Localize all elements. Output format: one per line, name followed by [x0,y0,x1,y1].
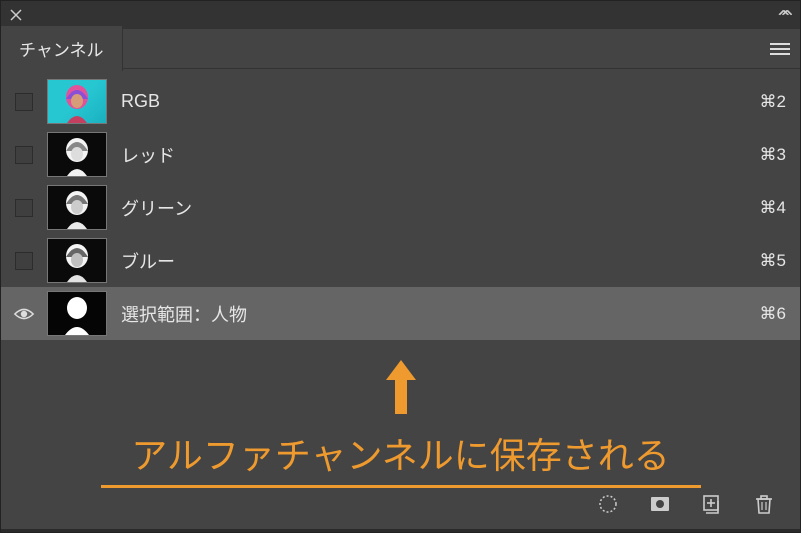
collapse-icon[interactable] [772,6,792,25]
channel-thumbnail [47,132,107,177]
channel-thumbnail [47,79,107,124]
channel-row-green[interactable]: グリーン ⌘4 [1,181,800,234]
channels-panel: チャンネル RGB ⌘2 レッド ⌘3 グリーン [0,0,801,533]
channel-name: 選択範囲：人物 [117,301,750,327]
new-channel-icon[interactable] [700,492,724,516]
channel-name: レッド [117,142,750,168]
panel-tabbar: チャンネル [1,29,800,69]
channel-list: RGB ⌘2 レッド ⌘3 グリーン ⌘4 ブルー ⌘5 [1,69,800,340]
visibility-box [15,199,33,217]
channel-shortcut: ⌘2 [760,92,786,112]
eye-icon [13,306,35,322]
resize-handle[interactable] [1,529,800,532]
visibility-toggle[interactable] [11,252,37,270]
channel-name: グリーン [117,195,750,221]
load-selection-icon[interactable] [596,492,620,516]
channel-row-rgb[interactable]: RGB ⌘2 [1,75,800,128]
channel-row-alpha[interactable]: 選択範囲：人物 ⌘6 [1,287,800,340]
panel-menu-icon[interactable] [770,41,790,57]
panel-footer [596,480,790,528]
visibility-box [15,146,33,164]
annotation-text: アルファチャンネルに保存される [131,421,670,481]
visibility-toggle[interactable] [11,93,37,111]
channel-row-red[interactable]: レッド ⌘3 [1,128,800,181]
channel-thumbnail [47,291,107,336]
panel-titlebar [1,1,800,29]
channel-thumbnail [47,185,107,230]
channel-thumbnail [47,238,107,283]
annotation: アルファチャンネルに保存される [1,358,800,488]
visibility-box [15,252,33,270]
tab-channels[interactable]: チャンネル [1,26,123,71]
channel-name: ブルー [117,248,750,274]
channel-name: RGB [117,91,750,112]
close-icon[interactable] [9,8,23,22]
visibility-toggle[interactable] [11,146,37,164]
channel-shortcut: ⌘4 [760,198,786,218]
arrow-up-icon [384,358,418,421]
save-selection-icon[interactable] [648,492,672,516]
visibility-toggle[interactable] [11,306,37,322]
channel-shortcut: ⌘5 [760,251,786,271]
visibility-toggle[interactable] [11,199,37,217]
visibility-box [15,93,33,111]
channel-row-blue[interactable]: ブルー ⌘5 [1,234,800,287]
channel-shortcut: ⌘3 [760,145,786,165]
trash-icon[interactable] [752,492,776,516]
channel-shortcut: ⌘6 [760,304,786,324]
